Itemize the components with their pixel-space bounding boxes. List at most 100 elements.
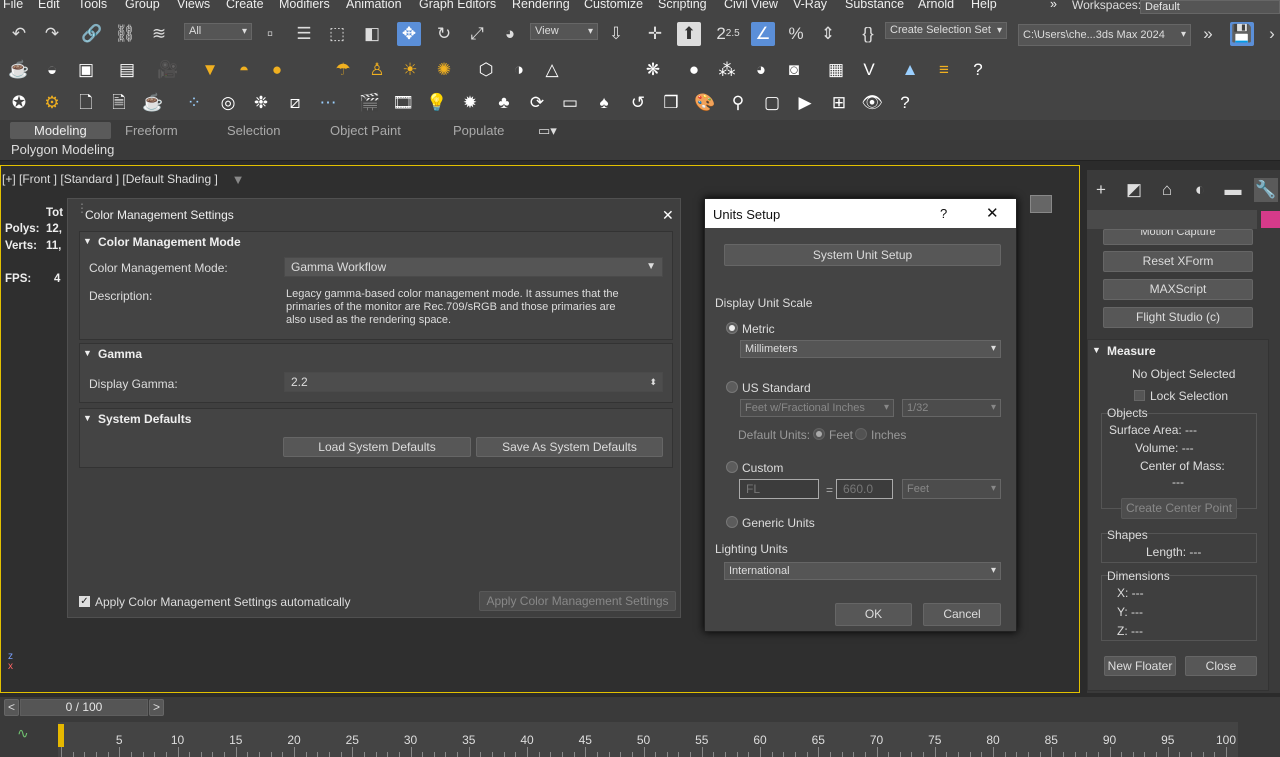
- menu-arnold[interactable]: Arnold: [918, 0, 954, 11]
- bind-spacewarp-icon[interactable]: ≋: [147, 22, 171, 46]
- spinner-arrows-icon[interactable]: ⬍: [649, 373, 657, 391]
- custom-value-field[interactable]: 660.0: [836, 479, 893, 499]
- filter-icon[interactable]: ▼: [226, 168, 250, 192]
- mode-section-title[interactable]: Color Management Mode: [98, 235, 241, 249]
- color-swatch[interactable]: [1261, 211, 1280, 228]
- eye-icon[interactable]: 👁: [860, 91, 884, 115]
- viewcube-icon[interactable]: [1030, 195, 1052, 213]
- menu-overflow-icon[interactable]: »: [1050, 0, 1057, 11]
- render-setup-icon[interactable]: ◒: [40, 58, 64, 82]
- percent-snap-icon[interactable]: %: [784, 22, 808, 46]
- doc-gear-icon[interactable]: 🗎: [107, 91, 131, 115]
- selection-filter-dropdown[interactable]: All: [184, 23, 252, 40]
- render-settings-icon[interactable]: ⚙: [40, 91, 64, 115]
- texture-icon[interactable]: ◙: [782, 58, 806, 82]
- timeline-ruler[interactable]: 5 10 15 20 25 30 35 40 45 50 55 60 65 70 75 80 85 90 95 100: [58, 722, 1238, 757]
- window-crossing-icon[interactable]: ◧: [360, 22, 384, 46]
- help-circle-icon[interactable]: ?: [893, 91, 917, 115]
- sun-light-icon[interactable]: ✹: [458, 91, 482, 115]
- measure-title[interactable]: Measure: [1107, 344, 1156, 358]
- pine-icon[interactable]: ♠: [592, 91, 616, 115]
- teapot-icon[interactable]: ☕: [7, 58, 31, 82]
- spinner-snap-icon[interactable]: ⇕: [816, 22, 840, 46]
- motion-tab-icon[interactable]: ◐: [1188, 178, 1212, 202]
- menu-tools[interactable]: Tools: [78, 0, 107, 11]
- camera-icon[interactable]: 🎥: [156, 58, 180, 82]
- sun-icon[interactable]: ☀: [398, 58, 422, 82]
- menu-graph-editors[interactable]: Graph Editors: [419, 0, 496, 11]
- bulb-icon[interactable]: 💡: [425, 91, 449, 115]
- lock-selection-checkbox[interactable]: [1134, 390, 1145, 401]
- layers-icon[interactable]: ❒: [659, 91, 683, 115]
- custom-name-field[interactable]: FL: [739, 479, 819, 499]
- select-rotate-icon[interactable]: ↻: [432, 22, 456, 46]
- snaps-toggle-icon[interactable]: 2 2.5: [716, 22, 740, 46]
- tab-selection[interactable]: Selection: [227, 123, 280, 138]
- redo-icon[interactable]: ↷: [40, 22, 64, 46]
- gamma-spinner[interactable]: 2.2 ⬍: [284, 372, 663, 392]
- selection-region-icon[interactable]: ⬚: [325, 22, 349, 46]
- project-path-dropdown[interactable]: C:\Users\che...3ds Max 2024: [1018, 24, 1191, 46]
- grid-points-icon[interactable]: ⁘: [182, 91, 206, 115]
- us-fraction-dropdown[interactable]: 1/32: [902, 399, 1001, 417]
- inches-radio[interactable]: [855, 428, 867, 440]
- help-icon[interactable]: ?: [940, 206, 947, 221]
- new-floater-button[interactable]: New Floater: [1104, 656, 1176, 676]
- select-place-icon[interactable]: ◕: [498, 22, 522, 46]
- plane-icon[interactable]: △: [540, 58, 564, 82]
- create-tab-icon[interactable]: +: [1089, 178, 1113, 202]
- auto-apply-checkbox[interactable]: ✓: [79, 596, 90, 607]
- shader-ball-icon[interactable]: ◕: [749, 58, 773, 82]
- viewport-label[interactable]: [+] [Front ] [Standard ] [Default Shadin…: [2, 172, 218, 186]
- film-camera-icon[interactable]: 🎬: [358, 91, 382, 115]
- gamma-section-title[interactable]: Gamma: [98, 347, 142, 361]
- create-center-point-button[interactable]: Create Center Point: [1121, 498, 1237, 519]
- select-object-icon[interactable]: ▫: [258, 22, 282, 46]
- save-defaults-button[interactable]: Save As System Defaults: [476, 437, 663, 457]
- polygon-modeling-label[interactable]: Polygon Modeling: [11, 142, 114, 157]
- tree-icon[interactable]: ♣: [492, 91, 516, 115]
- tab-freeform[interactable]: Freeform: [125, 123, 178, 138]
- reset-xform-button[interactable]: Reset XForm: [1103, 251, 1253, 272]
- points-icon[interactable]: ⋯: [316, 91, 340, 115]
- sync-icon[interactable]: ⟳: [525, 91, 549, 115]
- us-standard-radio[interactable]: [726, 381, 738, 393]
- collapse-icon[interactable]: ▼: [83, 413, 92, 423]
- doc-icon[interactable]: 🗋: [74, 91, 98, 115]
- menu-animation[interactable]: Animation: [346, 0, 402, 11]
- curve-editor-icon[interactable]: ∿: [17, 725, 29, 742]
- menu-substance[interactable]: Substance: [845, 0, 904, 11]
- lamp-icon[interactable]: ⚲: [726, 91, 750, 115]
- menu-group[interactable]: Group: [125, 0, 160, 11]
- utilities-tab-icon[interactable]: 🔧: [1254, 178, 1278, 202]
- list-icon[interactable]: ≡: [932, 58, 956, 82]
- menu-v-ray[interactable]: V-Ray: [793, 0, 827, 11]
- metric-radio[interactable]: [726, 322, 738, 334]
- cross-box-icon[interactable]: ⊞: [827, 91, 851, 115]
- custom-unit-dropdown[interactable]: Feet: [902, 479, 1001, 499]
- next-frame-button[interactable]: >: [149, 699, 164, 716]
- vray-logo-icon[interactable]: V: [857, 58, 881, 82]
- ok-button[interactable]: OK: [835, 603, 912, 626]
- collapse-icon[interactable]: ▼: [83, 236, 92, 246]
- physical-camera-icon[interactable]: 🎞: [391, 91, 415, 115]
- prev-frame-button[interactable]: <: [4, 699, 19, 716]
- menu-edit[interactable]: Edit: [38, 0, 60, 11]
- tab-populate[interactable]: Populate: [453, 123, 504, 138]
- menu-create[interactable]: Create: [226, 0, 264, 11]
- display-tab-icon[interactable]: ▬: [1221, 178, 1245, 202]
- named-selection-dropdown[interactable]: Create Selection Set: [885, 22, 1007, 39]
- flight-studio-button[interactable]: Flight Studio (c): [1103, 307, 1253, 328]
- time-cursor[interactable]: [58, 724, 64, 747]
- sphere-icon[interactable]: ◑: [507, 58, 531, 82]
- render-frame-icon[interactable]: ▣: [74, 58, 98, 82]
- mode-dropdown[interactable]: Gamma Workflow ▼: [284, 257, 663, 277]
- us-unit-dropdown[interactable]: Feet w/Fractional Inches: [740, 399, 894, 417]
- collapse-icon[interactable]: ▼: [83, 348, 92, 358]
- menu-views[interactable]: Views: [177, 0, 210, 11]
- render-icon[interactable]: ✪: [7, 91, 31, 115]
- defaults-section-title[interactable]: System Defaults: [98, 412, 191, 426]
- notes-icon[interactable]: ▭: [558, 91, 582, 115]
- select-move-icon[interactable]: ✥: [397, 22, 421, 46]
- edit-named-sets-icon[interactable]: {}: [856, 22, 880, 46]
